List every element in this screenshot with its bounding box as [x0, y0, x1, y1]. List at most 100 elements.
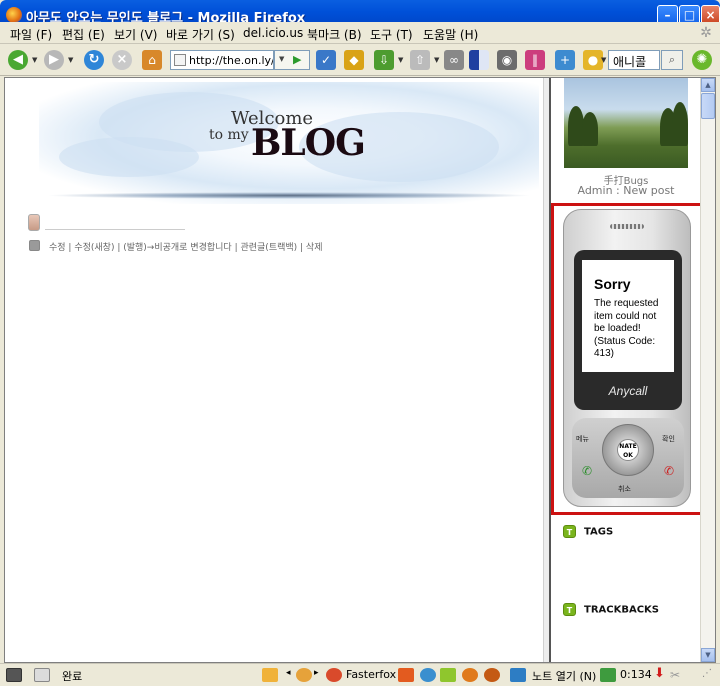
search-button[interactable]: ⌕: [661, 50, 683, 70]
camera-icon[interactable]: ◉: [497, 50, 517, 70]
firefox-status-icon[interactable]: [462, 668, 478, 682]
phone-call-icon[interactable]: ✆: [582, 464, 592, 478]
navigation-toolbar: ◀ ▼ ▶ ▼ ↻ × ⌂ http://the.on.ly/ ▼ ▶ ✓ ◆ …: [0, 44, 720, 76]
tree-shape: [672, 102, 688, 146]
trackbacks-label: TRACKBACKS: [584, 604, 659, 616]
tag-icon[interactable]: ◆: [344, 50, 364, 70]
phone-screen: Sorry The requested item could not be lo…: [582, 260, 674, 372]
banner-shadow-divider: [45, 192, 533, 199]
menu-help[interactable]: 도움말 (H): [423, 26, 478, 43]
phone-ok-button[interactable]: NATE OK: [617, 439, 639, 461]
post-actions[interactable]: 수정 | 수정(새창) | (발행)→비공개로 변경합니다 | 관련글(트랙백)…: [49, 240, 323, 253]
tags-label: TAGS: [584, 526, 614, 538]
phone-body: Sorry The requested item could not be lo…: [563, 209, 691, 507]
upload-dropdown-icon[interactable]: ▼: [434, 56, 439, 64]
page-favicon-icon: [174, 54, 186, 66]
smiley-icon[interactable]: [484, 668, 500, 682]
status-next-icon[interactable]: ▸: [314, 668, 319, 678]
stop-icon[interactable]: ×: [112, 50, 132, 70]
sidebar-toggle-icon[interactable]: [6, 668, 22, 682]
url-history-dropdown-icon[interactable]: ▼: [279, 55, 284, 63]
load-time: 0:134: [620, 668, 652, 681]
scrollbar-thumb[interactable]: [701, 93, 715, 119]
addon-icon[interactable]: [440, 668, 456, 682]
trackbacks-icon: T: [563, 603, 576, 616]
back-dropdown-icon[interactable]: ▼: [32, 56, 37, 64]
url-go-button[interactable]: ▼ ▶: [274, 50, 310, 70]
bug-icon[interactable]: ✺: [692, 50, 712, 70]
banner-blog: BLOG: [251, 122, 366, 164]
search-input[interactable]: 애니콜: [608, 50, 660, 70]
vertical-scrollbar[interactable]: ▲ ▼: [700, 78, 715, 662]
blog-main-column: Welcome to my BLOG 수정 | 수정(새창) | (발행)→비공…: [11, 78, 546, 662]
fasterfox-label[interactable]: Fasterfox: [346, 668, 396, 681]
phone-brand: Anycall: [608, 384, 648, 398]
firefox-icon: [6, 7, 22, 23]
search-engine-dropdown-icon[interactable]: ▼: [601, 56, 606, 64]
menu-edit[interactable]: 편집 (E): [62, 26, 105, 43]
rss-icon[interactable]: [398, 668, 414, 682]
status-text: 완료: [62, 670, 83, 683]
tasks-icon[interactable]: [600, 668, 616, 682]
forward-dropdown-icon[interactable]: ▼: [68, 56, 73, 64]
resize-grip-icon[interactable]: ⋰: [702, 668, 712, 679]
phone-end-icon[interactable]: ✆: [664, 464, 674, 478]
phone-ok-top: NATE: [619, 443, 637, 450]
reload-icon[interactable]: ↻: [84, 50, 104, 70]
menu-go[interactable]: 바로 가기 (S): [166, 26, 235, 43]
note-page-icon[interactable]: [262, 668, 278, 682]
page-viewport: Welcome to my BLOG 수정 | 수정(새창) | (발행)→비공…: [4, 77, 716, 663]
profile-photo: [564, 78, 688, 168]
scroll-up-icon[interactable]: ▲: [701, 78, 715, 92]
post-divider: [45, 229, 185, 230]
search-engine-icon[interactable]: ●: [583, 50, 603, 70]
back-icon[interactable]: ◀: [8, 50, 28, 70]
menu-bar: 파일 (F) 편집 (E) 보기 (V) 바로 가기 (S) del.icio.…: [0, 22, 720, 44]
cloud-decoration: [59, 137, 199, 177]
url-field[interactable]: http://the.on.ly/: [170, 50, 274, 70]
phone-speaker: [610, 224, 644, 229]
scroll-down-icon[interactable]: ▼: [701, 648, 715, 662]
chain-link-icon[interactable]: ∞: [444, 50, 464, 70]
phone-key-confirm[interactable]: 확인: [662, 434, 675, 444]
network-icon[interactable]: [420, 668, 436, 682]
scissors-icon[interactable]: ✂: [670, 668, 680, 682]
downloads-dropdown-icon[interactable]: ▼: [398, 56, 403, 64]
phone-key-menu[interactable]: 메뉴: [576, 434, 589, 444]
fasterfox-icon: [326, 668, 342, 682]
phone-keypad: 메뉴 확인 ✆ ✆ 취소 NATE OK: [572, 418, 684, 498]
blog-sidebar: 手打Bugs Admin : New post Sorry The reques…: [549, 78, 703, 662]
pen-icon[interactable]: [34, 668, 50, 682]
page-info-icon[interactable]: [510, 668, 526, 682]
window-layout-icon[interactable]: [469, 50, 489, 70]
menu-view[interactable]: 보기 (V): [114, 26, 157, 43]
url-text: http://the.on.ly/: [189, 54, 274, 67]
upload-icon[interactable]: ⇧: [410, 50, 430, 70]
banner-to-my: to my: [209, 127, 249, 143]
search-text: 애니콜: [613, 55, 647, 69]
refresh-status-icon[interactable]: [296, 668, 312, 682]
menu-tools[interactable]: 도구 (T): [370, 26, 413, 43]
post-action-icon: [29, 240, 40, 251]
menu-delicious[interactable]: del.icio.us: [243, 26, 303, 40]
tagged-bookmark-icon[interactable]: ✓: [316, 50, 336, 70]
phone-error-message: The requested item could not be loaded! …: [594, 298, 659, 359]
downloads-icon[interactable]: ⇩: [374, 50, 394, 70]
forward-icon[interactable]: ▶: [44, 50, 64, 70]
phone-dpad[interactable]: NATE OK: [602, 424, 654, 476]
note-open-label[interactable]: 노트 열기 (N): [532, 668, 596, 684]
trackbacks-widget-title: T TRACKBACKS: [563, 603, 659, 616]
pause-icon[interactable]: ‖: [525, 50, 545, 70]
menu-file[interactable]: 파일 (F): [10, 26, 52, 43]
phone-key-cancel[interactable]: 취소: [618, 484, 631, 494]
tags-widget-title: T TAGS: [563, 525, 613, 538]
menu-bookmarks[interactable]: 북마크 (B): [307, 26, 362, 43]
status-prev-icon[interactable]: ◂: [286, 668, 291, 678]
admin-new-post-link[interactable]: Admin : New post: [564, 184, 688, 197]
download-arrow-icon[interactable]: ⬇: [654, 666, 665, 681]
status-bar: 완료 ◂ ▸ Fasterfox 노트 열기 (N) 0:134 ⬇ ✂ ⋰: [0, 663, 720, 686]
throbber-icon: ✲: [700, 25, 712, 41]
new-tab-icon[interactable]: +: [555, 50, 575, 70]
tree-shape: [582, 112, 598, 146]
home-icon[interactable]: ⌂: [142, 50, 162, 70]
